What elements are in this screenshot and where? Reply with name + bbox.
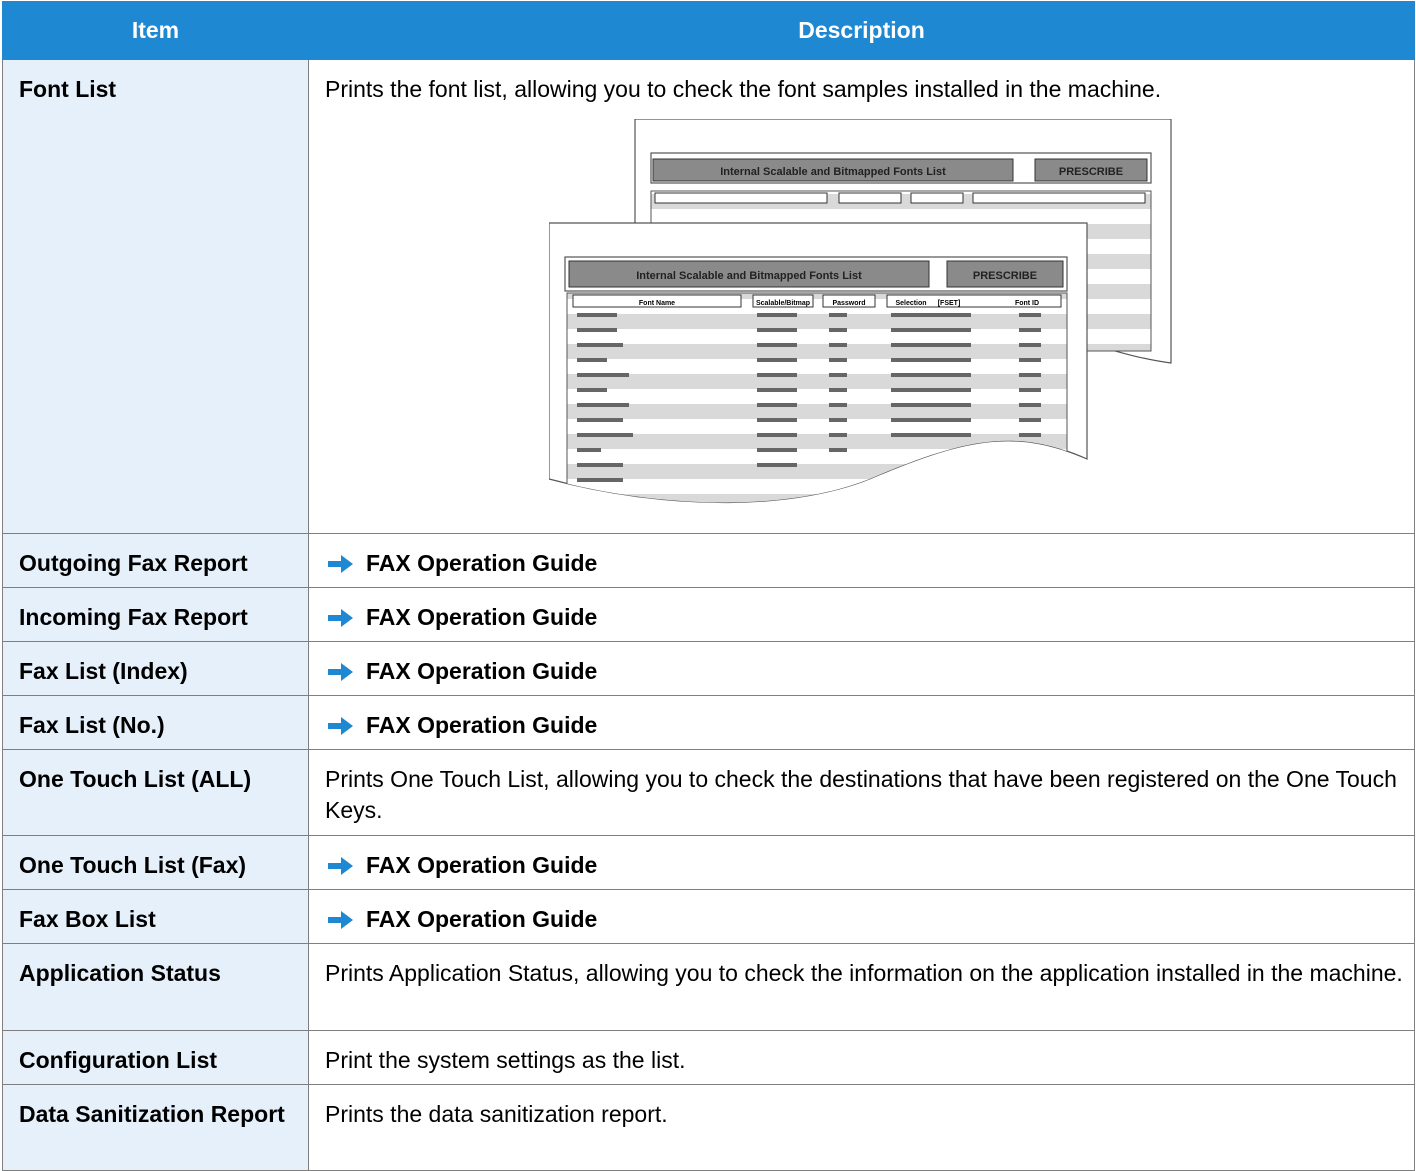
col-font-name: Font Name xyxy=(639,300,675,307)
description-cell: FAX Operation Guide xyxy=(308,835,1415,890)
description-cell: FAX Operation Guide xyxy=(308,641,1415,696)
front-sheet-brand: PRESCRIBE xyxy=(973,270,1037,282)
description-cell: FAX Operation Guide xyxy=(308,695,1415,750)
table-row: Fax List (Index) FAX Operation Guide xyxy=(2,641,1415,696)
item-cell: Fax List (Index) xyxy=(2,641,309,696)
cross-reference-label: FAX Operation Guide xyxy=(366,550,598,576)
description-cell: FAX Operation Guide xyxy=(308,533,1415,588)
col-scalable-bitmap: Scalable/Bitmap xyxy=(756,300,810,307)
item-cell: Data Sanitization Report xyxy=(2,1084,309,1171)
col-fset: [FSET] xyxy=(938,300,961,307)
back-sheet-brand: PRESCRIBE xyxy=(1059,166,1123,178)
font-list-sample-illustration: Internal Scalable and Bitmapped Fonts Li… xyxy=(325,119,1404,517)
item-cell: Configuration List xyxy=(2,1030,309,1085)
table-row: One Touch List (Fax) FAX Operation Guide xyxy=(2,835,1415,890)
cross-reference-label: FAX Operation Guide xyxy=(366,658,598,684)
header-description: Description xyxy=(308,1,1415,60)
col-password: Password xyxy=(832,300,865,307)
item-cell: Font List xyxy=(2,59,309,534)
table-row: Fax Box List FAX Operation Guide xyxy=(2,889,1415,944)
cross-reference-link[interactable]: FAX Operation Guide xyxy=(325,850,1404,881)
right-arrow-icon xyxy=(328,716,353,735)
right-arrow-icon xyxy=(328,910,353,929)
cross-reference-link[interactable]: FAX Operation Guide xyxy=(325,548,1404,579)
right-arrow-icon xyxy=(328,856,353,875)
item-cell: Fax List (No.) xyxy=(2,695,309,750)
header-item: Item xyxy=(2,1,309,60)
settings-table: Item Description Font List Prints the fo… xyxy=(2,1,1415,1171)
item-cell: Incoming Fax Report xyxy=(2,587,309,642)
description-cell: FAX Operation Guide xyxy=(308,889,1415,944)
item-cell: Outgoing Fax Report xyxy=(2,533,309,588)
cross-reference-link[interactable]: FAX Operation Guide xyxy=(325,710,1404,741)
description-cell: Prints Application Status, allowing you … xyxy=(308,943,1415,1031)
table-row: Fax List (No.) FAX Operation Guide xyxy=(2,695,1415,750)
cross-reference-label: FAX Operation Guide xyxy=(366,604,598,630)
front-sheet: Internal Scalable and Bitmapped Fonts Li… xyxy=(549,222,1088,504)
table-row: Configuration List Print the system sett… xyxy=(2,1030,1415,1085)
item-cell: One Touch List (ALL) xyxy=(2,749,309,836)
table-row: One Touch List (ALL) Prints One Touch Li… xyxy=(2,749,1415,836)
item-cell: Fax Box List xyxy=(2,889,309,944)
cross-reference-link[interactable]: FAX Operation Guide xyxy=(325,656,1404,687)
front-sheet-title: Internal Scalable and Bitmapped Fonts Li… xyxy=(636,270,862,282)
table-row: Incoming Fax Report FAX Operation Guide xyxy=(2,587,1415,642)
cross-reference-link[interactable]: FAX Operation Guide xyxy=(325,602,1404,633)
item-cell: Application Status xyxy=(2,943,309,1031)
cross-reference-label: FAX Operation Guide xyxy=(366,852,598,878)
font-list-sheets-image: Internal Scalable and Bitmapped Fonts Li… xyxy=(549,119,1172,504)
col-font-id: Font ID xyxy=(1015,300,1039,307)
description-text: Prints the font list, allowing you to ch… xyxy=(325,76,1162,102)
back-sheet-title: Internal Scalable and Bitmapped Fonts Li… xyxy=(720,166,946,178)
table-row: Application Status Prints Application St… xyxy=(2,943,1415,1031)
description-cell: FAX Operation Guide xyxy=(308,587,1415,642)
right-arrow-icon xyxy=(328,608,353,627)
table-row: Outgoing Fax Report FAX Operation Guide xyxy=(2,533,1415,588)
table-row: Font List Prints the font list, allowing… xyxy=(2,59,1415,534)
item-cell: One Touch List (Fax) xyxy=(2,835,309,890)
right-arrow-icon xyxy=(328,662,353,681)
description-cell: Print the system settings as the list. xyxy=(308,1030,1415,1085)
right-arrow-icon xyxy=(328,554,353,573)
cross-reference-label: FAX Operation Guide xyxy=(366,906,598,932)
col-selection: Selection xyxy=(895,300,926,307)
cross-reference-link[interactable]: FAX Operation Guide xyxy=(325,904,1404,935)
cross-reference-label: FAX Operation Guide xyxy=(366,712,598,738)
table-row: Data Sanitization Report Prints the data… xyxy=(2,1084,1415,1171)
table-header-row: Item Description xyxy=(2,1,1415,60)
description-cell: Prints the font list, allowing you to ch… xyxy=(308,59,1415,534)
description-cell: Prints One Touch List, allowing you to c… xyxy=(308,749,1415,836)
description-cell: Prints the data sanitization report. xyxy=(308,1084,1415,1171)
